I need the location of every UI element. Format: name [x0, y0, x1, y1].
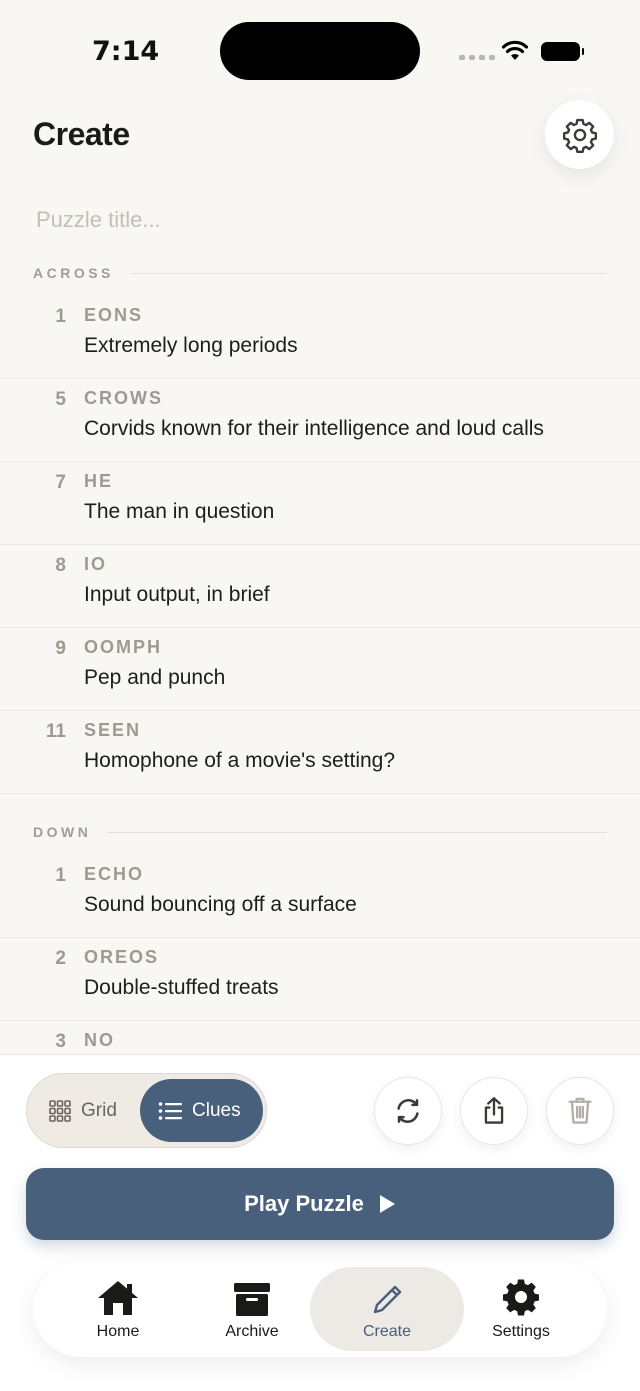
page-title: Create: [33, 116, 130, 152]
grid-icon: [49, 1099, 71, 1122]
trash-icon: [568, 1097, 592, 1124]
clue-row[interactable]: 9 OOMPH Pep and punch: [0, 628, 640, 711]
tab-settings-label: Settings: [492, 1323, 550, 1340]
archive-box-icon: [234, 1283, 270, 1316]
delete-button[interactable]: [546, 1077, 614, 1145]
clue-row[interactable]: 1 ECHO Sound bouncing off a surface: [0, 855, 640, 938]
clue-text: Sound bouncing off a surface: [84, 893, 357, 916]
grid-view-button[interactable]: Grid: [35, 1079, 147, 1142]
clue-answer: OREOS: [84, 947, 160, 967]
tab-home-label: Home: [96, 1323, 140, 1340]
clue-number: 2: [55, 948, 66, 969]
section-divider: [107, 831, 607, 833]
list-icon: [158, 1101, 182, 1120]
clue-number: 5: [55, 389, 66, 410]
clue-answer: EONS: [84, 305, 144, 325]
share-icon: [484, 1097, 504, 1124]
bottom-panel: Grid Clues Play Puzzle Home Archive Crea…: [0, 1054, 640, 1391]
clue-row[interactable]: 5 CROWS Corvids known for their intellig…: [0, 379, 640, 462]
wifi-icon: [501, 40, 529, 60]
grid-label: Grid: [81, 1099, 117, 1121]
clues-label: Clues: [192, 1099, 241, 1121]
tab-archive[interactable]: Archive: [175, 1267, 329, 1351]
clue-text: Double-stuffed treats: [84, 976, 279, 999]
clue-text: Corvids known for their intelligence and…: [84, 417, 544, 440]
clue-answer: OOMPH: [84, 637, 163, 657]
clue-text: The man in question: [84, 500, 275, 523]
settings-button[interactable]: [545, 100, 614, 169]
clue-text: Homophone of a movie's setting?: [84, 749, 396, 772]
tab-create[interactable]: Create: [310, 1267, 464, 1351]
clue-row[interactable]: 8 IO Input output, in brief: [0, 545, 640, 628]
clue-answer: CROWS: [84, 388, 163, 408]
clue-number: 1: [55, 865, 66, 886]
clue-answer: ECHO: [84, 864, 145, 884]
clue-answer: NO: [84, 1030, 115, 1050]
clue-number: 8: [55, 555, 66, 576]
down-label: DOWN: [33, 824, 92, 840]
refresh-icon: [397, 1099, 419, 1123]
clue-answer: HE: [84, 471, 114, 491]
regenerate-button[interactable]: [374, 1077, 442, 1145]
clue-row[interactable]: 11 SEEN Homophone of a movie's setting?: [0, 711, 640, 794]
dynamic-island: [220, 22, 420, 80]
cellular-signal-icon: [459, 55, 495, 60]
tab-archive-label: Archive: [225, 1323, 279, 1340]
clues-view-button[interactable]: Clues: [140, 1079, 263, 1142]
clue-row[interactable]: 3 NO: [0, 1021, 640, 1055]
down-section-header: DOWN: [0, 809, 640, 855]
clue-number: 3: [55, 1031, 66, 1052]
tab-settings[interactable]: Settings: [444, 1267, 598, 1351]
pencil-icon: [373, 1285, 402, 1314]
clue-number: 7: [55, 472, 66, 493]
tab-home[interactable]: Home: [41, 1267, 195, 1351]
clue-text: Extremely long periods: [84, 334, 298, 357]
gear-icon: [503, 1279, 539, 1316]
view-toggle[interactable]: Grid Clues: [26, 1073, 267, 1148]
status-bar: 7:14: [0, 0, 640, 100]
clue-text: Pep and punch: [84, 666, 226, 689]
battery-icon: [541, 42, 584, 61]
across-label: ACROSS: [33, 265, 114, 281]
status-time: 7:14: [92, 36, 160, 67]
section-divider: [129, 272, 607, 274]
clue-row[interactable]: 7 HE The man in question: [0, 462, 640, 545]
tab-create-label: Create: [362, 1323, 412, 1340]
clue-answer: SEEN: [84, 720, 142, 740]
clue-number: 1: [55, 306, 66, 327]
share-button[interactable]: [460, 1077, 528, 1145]
clue-number: 9: [55, 638, 66, 659]
clue-number: 11: [45, 721, 66, 742]
clue-text: Input output, in brief: [84, 583, 270, 606]
play-puzzle-button[interactable]: Play Puzzle: [26, 1168, 614, 1240]
clue-list[interactable]: ACROSS 1 EONS Extremely long periods 5 C…: [0, 250, 640, 1055]
gear-icon: [562, 118, 597, 153]
play-icon: [379, 1195, 395, 1213]
clue-row[interactable]: 2 OREOS Double-stuffed treats: [0, 938, 640, 1021]
home-icon: [98, 1281, 138, 1315]
play-puzzle-label: Play Puzzle: [244, 1191, 364, 1216]
clue-row[interactable]: 1 EONS Extremely long periods: [0, 296, 640, 379]
puzzle-title-input[interactable]: [36, 202, 596, 238]
clue-answer: IO: [84, 554, 108, 574]
tab-bar: Home Archive Create Settings: [33, 1261, 607, 1357]
across-section-header: ACROSS: [0, 250, 640, 296]
